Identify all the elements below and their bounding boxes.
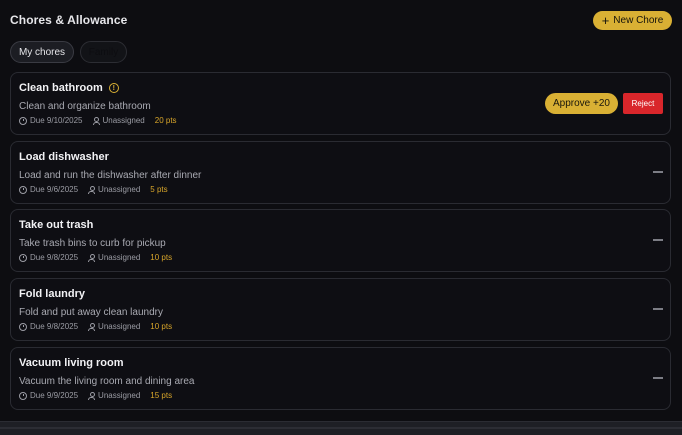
alert-circle-icon: ! xyxy=(108,83,119,93)
chore-title: Take out trash xyxy=(19,219,94,231)
chore-title: Fold laundry xyxy=(19,288,85,300)
chore-points: 5 pts xyxy=(150,185,168,194)
chore-due: Due 9/6/2025 xyxy=(30,185,79,194)
chore-points: 15 pts xyxy=(150,391,173,400)
chore-description: Load and run the dishwasher after dinner xyxy=(19,170,202,181)
chore-description: Vacuum the living room and dining area xyxy=(19,376,195,387)
new-chore-button[interactable]: + New Chore xyxy=(593,11,672,30)
reject-button[interactable]: Reject xyxy=(623,93,663,114)
chore-assignee: Unassigned xyxy=(98,253,141,262)
chore-assignee: Unassigned xyxy=(102,116,145,125)
minus-icon[interactable] xyxy=(653,377,663,379)
chore-title: Clean bathroom xyxy=(19,82,103,94)
approve-button[interactable]: Approve +20 xyxy=(545,93,618,114)
chore-meta: Due 9/9/2025 Unassigned 15 pts xyxy=(19,391,172,400)
minus-icon[interactable] xyxy=(653,308,663,310)
chore-meta: Due 9/6/2025 Unassigned 5 pts xyxy=(19,185,168,194)
page-title: Chores & Allowance xyxy=(10,13,128,27)
divider xyxy=(0,427,682,429)
clock-icon xyxy=(19,391,27,400)
chore-assignee: Unassigned xyxy=(98,391,141,400)
tab-my-chores[interactable]: My chores xyxy=(10,41,74,63)
chore-assignee: Unassigned xyxy=(98,185,141,194)
chore-card[interactable]: Take out trash Take trash bins to curb f… xyxy=(10,209,671,272)
chore-due: Due 9/10/2025 xyxy=(30,116,83,125)
chore-description: Fold and put away clean laundry xyxy=(19,307,163,318)
minus-icon[interactable] xyxy=(653,239,663,241)
user-icon xyxy=(88,322,96,331)
chore-card[interactable]: Fold laundry Fold and put away clean lau… xyxy=(10,278,671,341)
user-icon xyxy=(88,185,96,194)
minus-icon[interactable] xyxy=(653,171,663,173)
chore-assignee: Unassigned xyxy=(98,322,141,331)
chore-points: 10 pts xyxy=(150,253,173,262)
clock-icon xyxy=(19,322,27,331)
user-icon xyxy=(88,391,96,400)
chore-due: Due 9/8/2025 xyxy=(30,253,79,262)
tab-family[interactable]: Family xyxy=(80,41,127,63)
chore-description: Take trash bins to curb for pickup xyxy=(19,238,166,249)
chore-meta: Due 9/8/2025 Unassigned 10 pts xyxy=(19,253,172,262)
chore-title: Load dishwasher xyxy=(19,151,109,163)
chore-meta: Due 9/8/2025 Unassigned 10 pts xyxy=(19,322,172,331)
plus-icon: + xyxy=(601,12,610,28)
chore-due: Due 9/8/2025 xyxy=(30,322,79,331)
new-chore-label: New Chore xyxy=(613,15,664,26)
chore-due: Due 9/9/2025 xyxy=(30,391,79,400)
chore-card[interactable]: Clean bathroom ! Clean and organize bath… xyxy=(10,72,671,135)
chore-description: Clean and organize bathroom xyxy=(19,101,151,112)
chore-points: 10 pts xyxy=(150,322,173,331)
chore-card[interactable]: Vacuum living room Vacuum the living roo… xyxy=(10,347,671,410)
chore-points: 20 pts xyxy=(154,116,177,125)
user-icon xyxy=(92,116,100,125)
bottom-scroll-strip xyxy=(0,422,682,435)
clock-icon xyxy=(19,116,27,125)
chore-meta: Due 9/10/2025 Unassigned 20 pts xyxy=(19,116,177,125)
clock-icon xyxy=(19,253,27,262)
chore-card[interactable]: Load dishwasher Load and run the dishwas… xyxy=(10,141,671,204)
user-icon xyxy=(88,253,96,262)
clock-icon xyxy=(19,185,27,194)
chore-title: Vacuum living room xyxy=(19,357,124,369)
chores-panel: Chores & Allowance + New Chore My chores… xyxy=(0,0,682,422)
